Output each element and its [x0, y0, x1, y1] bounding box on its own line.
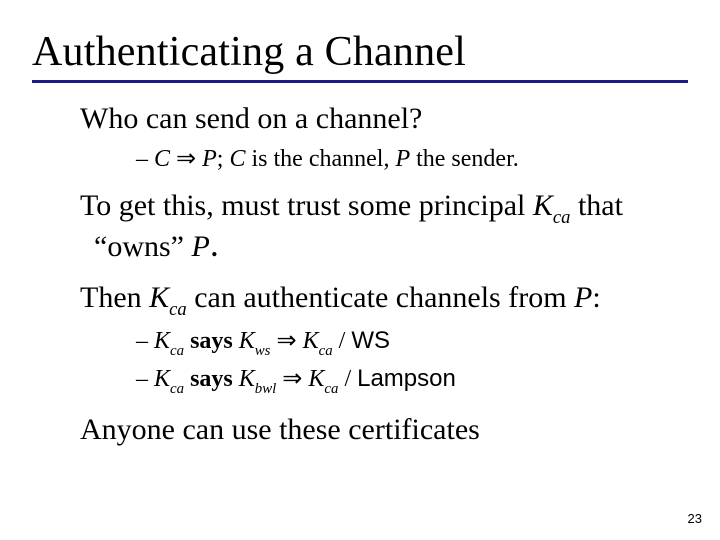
text: can authenticate channels from	[187, 281, 574, 314]
sub-ca: ca	[319, 343, 333, 359]
sub-ca: ca	[324, 381, 338, 397]
var-p: P	[191, 230, 209, 263]
period: .	[210, 224, 219, 264]
slash: /	[333, 328, 352, 354]
var-c2: C	[229, 146, 245, 172]
slide-title: Authenticating a Channel	[32, 28, 688, 76]
text: :	[592, 281, 600, 314]
sub-group-says: – Kca says Kws ⇒ Kca / WS – Kca says Kbw…	[80, 326, 680, 398]
title-underline	[32, 80, 688, 83]
var-k: K	[533, 189, 553, 222]
var-k: K	[239, 328, 255, 354]
implies-icon: ⇒	[270, 328, 302, 354]
implies-icon: ⇒	[276, 366, 308, 392]
dash: –	[136, 366, 154, 392]
says: says	[184, 366, 239, 392]
bullet-trust-kca: To get this, must trust some principal K…	[80, 188, 680, 265]
dash: –	[136, 146, 154, 172]
bullet-then-kca: Then Kca can authenticate channels from …	[80, 280, 680, 321]
var-k: K	[308, 366, 324, 392]
sub-says-ws: – Kca says Kws ⇒ Kca / WS	[80, 326, 680, 360]
text: the sender.	[410, 146, 519, 172]
page-number: 23	[688, 511, 702, 526]
sub-c-implies-p: – C ⇒ P; C is the channel, P the sender.	[80, 144, 680, 175]
sub-bwl: bwl	[255, 381, 277, 397]
var-p2: P	[395, 146, 410, 172]
var-c: C	[154, 146, 170, 172]
sub-says-lampson: – Kca says Kbwl ⇒ Kca / Lampson	[80, 364, 680, 398]
implies-icon: ⇒	[170, 146, 202, 172]
sub-ws: ws	[255, 343, 271, 359]
text: To get this, must trust some principal	[80, 189, 533, 222]
text: ;	[217, 146, 230, 172]
sub-ca: ca	[169, 299, 187, 320]
says: says	[184, 328, 239, 354]
slash: /	[338, 366, 357, 392]
slide: Authenticating a Channel Who can send on…	[0, 0, 720, 540]
var-k: K	[154, 328, 170, 354]
sub-ca: ca	[170, 381, 184, 397]
dash: –	[136, 328, 154, 354]
var-k: K	[239, 366, 255, 392]
slide-body: Who can send on a channel? – C ⇒ P; C is…	[32, 101, 688, 449]
principal-ws: WS	[351, 327, 390, 354]
bullet-anyone-can-use: Anyone can use these certificates	[80, 412, 680, 449]
var-k: K	[154, 366, 170, 392]
var-k: K	[149, 281, 169, 314]
principal-lampson: Lampson	[357, 365, 456, 392]
bullet-who-can-send: Who can send on a channel?	[80, 101, 680, 138]
text: is the channel,	[245, 146, 395, 172]
var-p: P	[574, 281, 592, 314]
var-p: P	[202, 146, 217, 172]
sub-ca: ca	[170, 343, 184, 359]
var-k: K	[303, 328, 319, 354]
sub-ca: ca	[553, 207, 571, 228]
text: Then	[80, 281, 149, 314]
